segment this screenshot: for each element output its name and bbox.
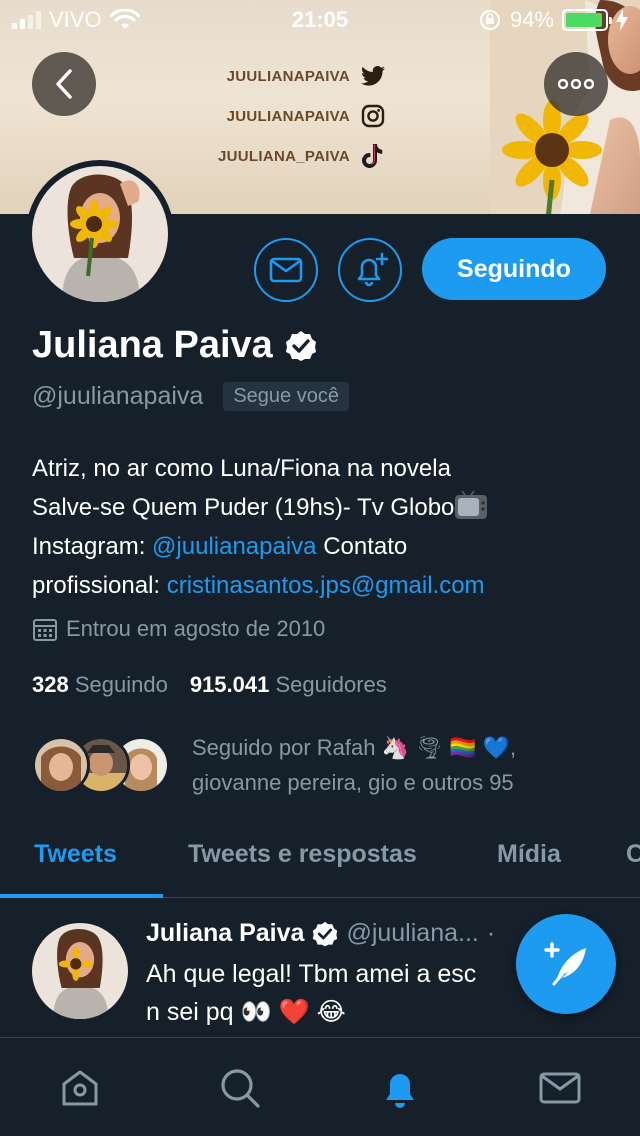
bio-text: Salve-se Quem Puder (19hs)- Tv Globo — [32, 494, 455, 521]
active-tab-indicator — [0, 894, 163, 898]
bio-line: Atriz, no ar como Luna/Fiona na novela — [32, 455, 451, 482]
email-link[interactable]: cristinasantos.jps@gmail.com — [167, 572, 485, 599]
tweet-author-name: Juliana Paiva — [146, 919, 305, 947]
bio-line: profissional: cristinasantos.jps@gmail.c… — [32, 566, 622, 605]
nav-messages[interactable] — [536, 1064, 584, 1112]
profile-tabs: Tweets Tweets e respostas Mídia C — [0, 826, 640, 898]
signal-icon — [12, 11, 41, 29]
profile-avatar[interactable] — [26, 160, 174, 308]
battery-percent: 94% — [509, 7, 554, 32]
instagram-icon — [360, 103, 386, 129]
bell-plus-icon — [357, 252, 389, 287]
messages-icon — [539, 1072, 581, 1104]
tweet-header: Juliana Paiva @juuliana... · — [146, 919, 495, 948]
nav-notifications[interactable] — [376, 1064, 424, 1112]
tab-media[interactable]: Mídia — [497, 840, 561, 869]
twitter-icon — [360, 63, 386, 89]
social-handle: JUULIANAPAIVA — [226, 67, 350, 85]
followed-by-line: Seguido por Rafah 🦄 🌪 🏳️‍🌈 💙, — [192, 735, 517, 760]
charging-icon — [616, 9, 628, 31]
handle-row: @juulianapaiva Segue você — [32, 382, 349, 411]
mutual-avatars — [32, 730, 172, 796]
battery-icon — [562, 9, 612, 31]
back-button[interactable] — [32, 52, 96, 116]
more-dots-icon — [558, 79, 594, 89]
wifi-icon — [109, 9, 140, 29]
bottom-navigation — [0, 1037, 640, 1136]
tweet-author-handle: @juuliana... — [346, 919, 479, 947]
bio-line: Salve-se Quem Puder (19hs)- Tv Globo — [32, 488, 622, 527]
tab-tweets-and-replies[interactable]: Tweets e respostas — [188, 840, 417, 869]
battery-fill — [566, 13, 602, 27]
message-button[interactable] — [254, 238, 318, 302]
tab-tweets[interactable]: Tweets — [34, 840, 117, 869]
tweet-separator: · — [486, 919, 496, 947]
verified-badge-icon — [313, 921, 338, 946]
profile-bio: Atriz, no ar como Luna/Fiona na novela S… — [32, 449, 622, 605]
social-handle: JUULIANAPAIVA — [226, 107, 350, 125]
bio-line: Instagram: @juulianapaiva Contato — [32, 527, 622, 566]
avatar — [32, 166, 168, 302]
followers-label: Seguidores — [275, 672, 387, 697]
notifications-icon — [386, 1074, 414, 1108]
following-count-link[interactable]: 328 Seguindo — [32, 672, 168, 698]
following-label: Seguindo — [74, 672, 168, 697]
home-icon — [62, 1070, 98, 1106]
compose-tweet-button[interactable] — [516, 914, 616, 1014]
follows-you-badge: Segue você — [223, 382, 349, 411]
chevron-left-icon — [56, 69, 72, 99]
nav-search[interactable] — [216, 1064, 264, 1112]
bio-text: profissional: — [32, 572, 167, 599]
social-handle: JUULIANA_PAIVA — [218, 147, 350, 165]
status-right: 94% — [478, 7, 628, 33]
bio-text: Contato — [316, 533, 408, 560]
followed-by-text: Seguido por Rafah 🦄 🌪 🏳️‍🌈 💙, giovanne p… — [192, 730, 592, 800]
followers-count: 915.041 — [189, 672, 270, 697]
banner-social-list: JUULIANAPAIVA JUULIANAPAIVA JUULIANA_PAI… — [206, 56, 386, 176]
more-options-button[interactable] — [544, 52, 608, 116]
followers-count-link[interactable]: 915.041 Seguidores — [190, 672, 387, 698]
search-icon — [221, 1069, 260, 1108]
following-count: 328 — [32, 672, 69, 697]
mutual-avatar — [32, 736, 90, 794]
envelope-icon — [269, 257, 303, 283]
verified-badge-icon — [285, 330, 316, 361]
notifications-toggle-button[interactable] — [338, 238, 402, 302]
follow-stats: 328 Seguindo 915.041 Seguidores — [32, 672, 387, 698]
banner-social-instagram: JUULIANAPAIVA — [206, 96, 386, 136]
tv-emoji-icon — [454, 490, 488, 521]
orientation-lock-icon — [479, 10, 500, 30]
display-name-row: Juliana Paiva — [32, 324, 317, 367]
banner-social-twitter: JUULIANAPAIVA — [206, 56, 386, 96]
carrier-label: VIVO — [49, 7, 102, 32]
calendar-icon — [33, 619, 57, 641]
tab-likes[interactable]: C — [626, 840, 640, 869]
following-button[interactable]: Seguindo — [422, 238, 606, 300]
tiktok-icon — [360, 143, 386, 169]
display-name: Juliana Paiva — [32, 324, 273, 366]
status-bar: VIVO 21:05 94% — [0, 0, 640, 40]
compose-feather-icon — [544, 942, 586, 986]
banner-social-tiktok: JUULIANA_PAIVA — [206, 136, 386, 176]
instagram-mention-link[interactable]: @juulianapaiva — [152, 533, 316, 560]
joined-date: Entrou em agosto de 2010 — [32, 616, 325, 642]
joined-text: Entrou em agosto de 2010 — [66, 616, 326, 641]
followers-you-know[interactable]: Seguido por Rafah 🦄 🌪 🏳️‍🌈 💙, giovanne p… — [32, 730, 592, 800]
nav-home[interactable] — [56, 1064, 104, 1112]
followed-by-line: giovanne pereira, gio e outros 95 — [192, 770, 514, 795]
profile-handle: @juulianapaiva — [32, 382, 204, 410]
tweet-avatar[interactable] — [32, 923, 128, 1019]
bio-text: Instagram: — [32, 533, 153, 560]
status-left: VIVO — [12, 7, 140, 33]
